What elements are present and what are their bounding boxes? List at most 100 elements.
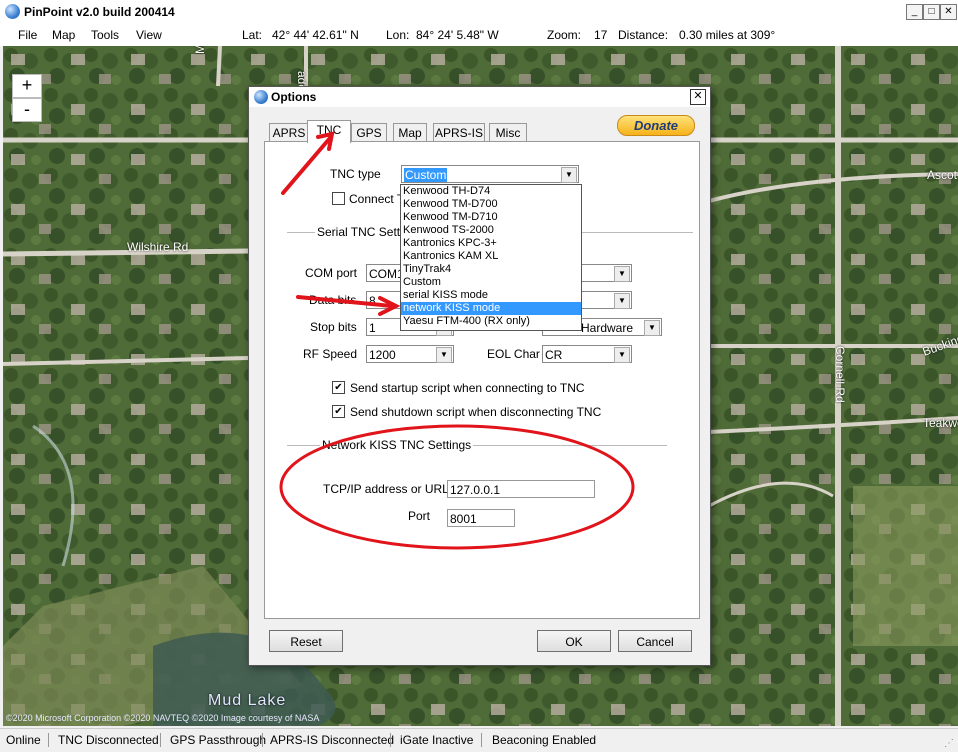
lat-label: Lat: [242, 28, 263, 42]
status-divider [481, 733, 482, 747]
dropdown-option[interactable]: TinyTrak4 [401, 263, 581, 276]
dialog-globe-icon [254, 90, 268, 104]
tab-misc[interactable]: Misc [489, 123, 527, 142]
rf-speed-value: 1200 [369, 348, 396, 362]
tnc-type-select[interactable]: Custom ▼ [401, 165, 579, 183]
status-divider [48, 733, 49, 747]
status-divider [262, 733, 263, 747]
menu-map[interactable]: Map [52, 28, 75, 42]
menu-bar: File Map Tools View Lat: 42° 44' 42.61" … [0, 24, 958, 46]
startup-script-checkbox[interactable]: ✔ [332, 381, 345, 394]
tnc-type-value: Custom [404, 168, 448, 182]
tab-map[interactable]: Map [393, 123, 427, 142]
dropdown-option-selected[interactable]: network KISS mode [401, 302, 581, 315]
window-title: PinPoint v2.0 build 200414 [24, 5, 175, 19]
dialog-title-bar: Options ✕ [249, 87, 710, 107]
connect-checkbox[interactable] [332, 192, 345, 205]
lat-value: 42° 44' 42.61" N [272, 28, 359, 42]
startup-script-label: Send startup script when connecting to T… [350, 381, 585, 395]
lon-label: Lon: [386, 28, 410, 42]
chevron-down-icon[interactable]: ▼ [644, 320, 660, 336]
app-globe-icon [5, 4, 20, 19]
map-label-wilshire: Wilshire Rd [127, 240, 189, 254]
data-bits-label: Data bits [309, 293, 357, 307]
lon-value: 84° 24' 5.48" W [416, 28, 499, 42]
menu-tools[interactable]: Tools [91, 28, 119, 42]
stop-bits-value: 1 [369, 321, 376, 335]
chevron-down-icon[interactable]: ▼ [614, 293, 630, 309]
stop-bits-label: Stop bits [310, 320, 357, 334]
map-label-mud-lake: Mud Lake [208, 692, 287, 709]
data-bits-value: 8 [369, 294, 376, 308]
minimize-button[interactable]: _ [906, 4, 923, 20]
dialog-close-button[interactable]: ✕ [690, 89, 706, 105]
close-button[interactable]: ✕ [940, 4, 957, 20]
rf-speed-select[interactable]: 1200 ▼ [366, 345, 454, 363]
status-tnc: TNC Disconnected [58, 733, 159, 747]
dropdown-option[interactable]: Kantronics KPC-3+ [401, 237, 581, 250]
eol-select[interactable]: CR ▼ [542, 345, 632, 363]
status-beaconing: Beaconing Enabled [492, 733, 597, 747]
donate-button[interactable]: Donate [617, 115, 695, 136]
distance-label: Distance: [618, 28, 669, 42]
menu-view[interactable]: View [136, 28, 162, 42]
zoom-out-button[interactable]: - [12, 98, 42, 122]
status-divider [390, 733, 391, 747]
dropdown-option[interactable]: Kenwood TS-2000 [401, 224, 581, 237]
chevron-down-icon[interactable]: ▼ [614, 347, 630, 363]
tab-gps[interactable]: GPS [351, 123, 387, 142]
title-bar: PinPoint v2.0 build 200414 _ □ ✕ [0, 0, 958, 25]
dropdown-option[interactable]: Kenwood TM-D700 [401, 198, 581, 211]
dropdown-option[interactable]: serial KISS mode [401, 289, 581, 302]
tab-tnc[interactable]: TNC [307, 120, 351, 143]
map-credit: ©2020 Microsoft Corporation ©2020 NAVTEQ… [6, 713, 320, 723]
status-bar: Online TNC Disconnected GPS Passthrough … [0, 728, 958, 752]
resize-grip-icon[interactable]: ⋰ [944, 738, 956, 750]
status-divider [160, 733, 161, 747]
dropdown-option[interactable]: Yaesu FTM-400 (RX only) [401, 315, 581, 328]
dropdown-option[interactable]: Custom [401, 276, 581, 289]
map-label-cornell: Cornell Rd [833, 346, 847, 403]
zoom-value: 17 [594, 28, 608, 42]
port-label: Port [408, 509, 431, 523]
map-label-monterey: Monterey Ave [193, 46, 207, 54]
map-label-ascot: Ascot [927, 168, 958, 182]
maximize-button[interactable]: □ [923, 4, 940, 20]
zoom-label: Zoom: [547, 28, 582, 42]
shutdown-script-label: Send shutdown script when disconnecting … [350, 405, 602, 419]
tab-aprs-is[interactable]: APRS-IS [433, 123, 485, 142]
com-port-value: COM1 [369, 267, 404, 281]
map-label-teakwood: Teakwood [923, 416, 958, 430]
chevron-down-icon[interactable]: ▼ [614, 266, 630, 282]
ok-button[interactable]: OK [537, 630, 611, 652]
shutdown-script-checkbox[interactable]: ✔ [332, 405, 345, 418]
status-online: Online [6, 733, 41, 747]
chevron-down-icon[interactable]: ▼ [561, 167, 577, 183]
menu-file[interactable]: File [18, 28, 37, 42]
status-igate: iGate Inactive [400, 733, 474, 747]
rf-speed-label: RF Speed [303, 347, 358, 361]
connect-label: Connect T [349, 192, 405, 206]
eol-value: CR [545, 348, 563, 362]
status-gps: GPS Passthrough [170, 733, 267, 747]
network-group-title: Network KISS TNC Settings [320, 438, 474, 452]
tcp-address-input[interactable]: 127.0.0.1 [447, 480, 595, 498]
status-aprs-is: APRS-IS Disconnected [270, 733, 395, 747]
dropdown-option[interactable]: Kenwood TM-D710 [401, 211, 581, 224]
com-port-label: COM port [305, 266, 358, 280]
cancel-button[interactable]: Cancel [618, 630, 692, 652]
tab-aprs[interactable]: APRS [269, 123, 309, 142]
options-dialog: Options ✕ APRS TNC GPS Map APRS-IS Misc … [248, 86, 711, 666]
tnc-type-label: TNC type [330, 167, 381, 181]
dropdown-option[interactable]: Kenwood TH-D74 [401, 185, 581, 198]
port-input[interactable]: 8001 [447, 509, 515, 527]
dropdown-option[interactable]: Kantronics KAM XL [401, 250, 581, 263]
distance-value: 0.30 miles at 309° [679, 28, 776, 42]
dialog-title: Options [271, 90, 317, 104]
reset-button[interactable]: Reset [269, 630, 343, 652]
eol-label: EOL Char [487, 347, 540, 361]
zoom-in-button[interactable]: + [12, 74, 42, 98]
tnc-type-dropdown-list[interactable]: Kenwood TH-D74 Kenwood TM-D700 Kenwood T… [400, 184, 582, 331]
tcp-address-label: TCP/IP address or URL [323, 482, 449, 496]
chevron-down-icon[interactable]: ▼ [436, 347, 452, 363]
